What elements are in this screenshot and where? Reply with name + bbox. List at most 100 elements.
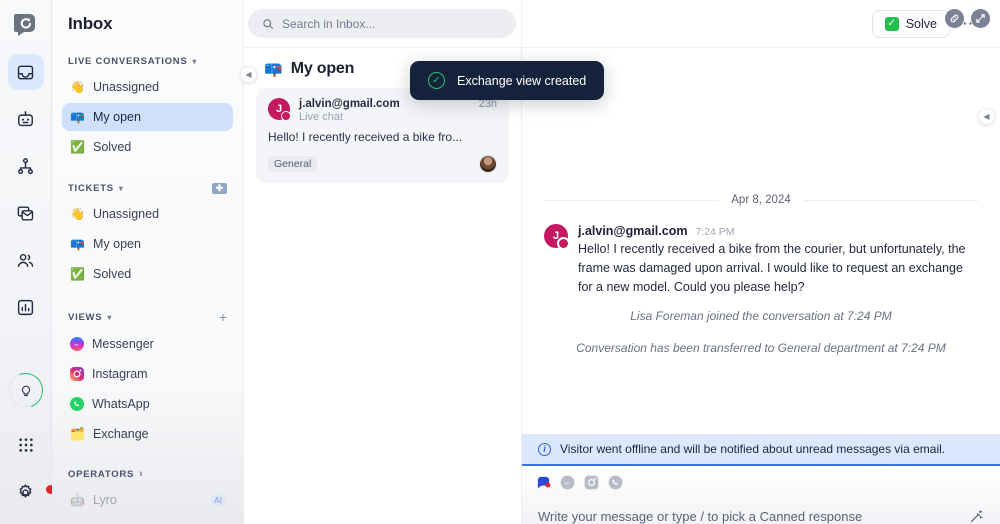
message-input-placeholder: Write your message or type / to pick a C… [538, 509, 863, 524]
add-view-button[interactable]: + [219, 310, 227, 324]
conversation-channel: Live chat [299, 111, 344, 123]
whatsapp-icon[interactable] [608, 475, 623, 490]
conversation-header: ✓ Solve ⋯ [522, 0, 1000, 48]
system-message: Lisa Foreman joined the conversation at … [630, 309, 892, 323]
message-input[interactable]: Write your message or type / to pick a C… [522, 495, 1000, 524]
magic-wand-icon[interactable] [969, 509, 984, 524]
sidebar-item-tickets-unassigned[interactable]: 👋 Unassigned [62, 200, 233, 228]
icon-rail [0, 0, 55, 524]
collapse-sidepanel-button[interactable]: ◀ [978, 108, 995, 125]
sidebar-item-label: Solved [93, 140, 132, 154]
rail-item-analytics[interactable] [8, 289, 44, 325]
wave-emoji-icon: 👋 [70, 80, 85, 94]
check-emoji-icon: ✅ [70, 140, 85, 154]
message-item: J j.alvin@gmail.com 7:24 PM Hello! I rec… [544, 224, 978, 297]
live-chat-icon[interactable] [536, 475, 551, 490]
mailbox-emoji-icon: 📪 [264, 60, 283, 78]
sidebar-item-label: WhatsApp [92, 397, 150, 411]
avatar: J [268, 98, 291, 121]
rail-item-mail[interactable] [8, 195, 44, 231]
conversation-meta-row: General [268, 154, 497, 173]
solve-button-label: Solve [905, 16, 937, 31]
avatar: J [544, 224, 570, 250]
instagram-icon[interactable] [584, 475, 599, 490]
section-header-views[interactable]: VIEWS ▾ + [62, 310, 233, 324]
circle-check-icon: ✓ [428, 72, 445, 89]
solve-button[interactable]: ✓ Solve [871, 9, 950, 38]
divider-line-right [802, 199, 978, 201]
message-composer: Write your message or type / to pick a C… [522, 466, 1000, 524]
section-title: OPERATORS [68, 468, 135, 480]
tidio-chat-logo-icon[interactable] [9, 8, 43, 42]
sidebar-item-label: Lyro [93, 493, 117, 507]
rail-item-inbox[interactable] [7, 54, 44, 90]
channel-selector [522, 466, 1000, 495]
sidebar-item-label: Messenger [92, 337, 154, 351]
date-divider: Apr 8, 2024 [544, 194, 978, 206]
instagram-icon [70, 367, 84, 381]
sidebar-item-live-solved[interactable]: ✅ Solved [62, 133, 233, 161]
rail-item-contacts[interactable] [8, 242, 44, 278]
expand-arrows-icon[interactable] [971, 9, 990, 28]
search-input[interactable]: Search in Inbox... [248, 9, 516, 38]
department-tag[interactable]: General [268, 155, 318, 172]
sidebar-item-label: My open [93, 110, 141, 124]
info-banner: i Visitor went offline and will be notif… [522, 434, 1000, 466]
sidebar-item-tickets-solved[interactable]: ✅ Solved [62, 260, 233, 288]
section-header-operators[interactable]: OPERATORS › [62, 468, 233, 480]
message-thread: Apr 8, 2024 J j.alvin@gmail.com 7:24 PM … [522, 48, 1000, 434]
toast-notification: ✓ Exchange view created [410, 61, 605, 100]
inbox-sidebar: Inbox LIVE CONVERSATIONS ▾ 👋 Unassigned … [52, 0, 244, 524]
chevron-down-icon[interactable]: ▾ [107, 313, 112, 322]
sidebar-item-operator-lyro[interactable]: 🤖 Lyro AI [62, 486, 233, 514]
sidebar-item-label: Unassigned [93, 80, 160, 94]
chevron-down-icon[interactable]: ▾ [119, 184, 124, 193]
section-header-tickets[interactable]: TICKETS ▾ ✚ [62, 183, 233, 194]
robot-emoji-icon: 🤖 [70, 493, 85, 507]
link-icon[interactable] [945, 9, 964, 28]
sidebar-item-label: Unassigned [93, 207, 160, 221]
ai-badge: AI [211, 494, 225, 506]
grid-apps-icon[interactable] [8, 427, 44, 463]
section-title: VIEWS [68, 311, 103, 323]
inbox-app: Inbox LIVE CONVERSATIONS ▾ 👋 Unassigned … [0, 0, 1000, 524]
sidebar-item-live-unassigned[interactable]: 👋 Unassigned [62, 73, 233, 101]
sidebar-item-view-instagram[interactable]: Instagram [62, 360, 233, 388]
conversation-contact-name: j.alvin@gmail.com [299, 98, 400, 110]
message-timestamp: 7:24 PM [695, 226, 735, 238]
collapse-list-button[interactable]: ◀ [240, 66, 257, 83]
sidebar-item-view-exchange[interactable]: 🗂️ Exchange [62, 420, 233, 448]
sidebar-item-view-whatsapp[interactable]: WhatsApp [62, 390, 233, 418]
mailbox-emoji-icon: 📪 [70, 110, 85, 124]
conversation-snippet: Hello! I recently received a bike fro... [268, 130, 463, 144]
sidebar-item-view-messenger[interactable]: Messenger [62, 330, 233, 358]
system-message: Conversation has been transferred to Gen… [576, 341, 946, 355]
section-label: TICKETS ▾ [68, 183, 124, 194]
search-icon [262, 18, 274, 30]
messenger-icon [70, 337, 84, 351]
section-title: TICKETS [68, 183, 114, 194]
sidebar-item-label: My open [93, 237, 141, 251]
green-check-icon: ✓ [884, 16, 899, 31]
sidebar-item-live-my-open[interactable]: 📪 My open [62, 103, 233, 131]
message-header: j.alvin@gmail.com 7:24 PM [578, 224, 978, 238]
list-item[interactable]: J j.alvin@gmail.com 23h Live chat Hello!… [256, 88, 509, 183]
chevron-right-icon[interactable]: › [139, 468, 143, 480]
top-right-actions [945, 9, 990, 28]
ticket-icon[interactable]: ✚ [212, 183, 227, 194]
section-header-live-conversations[interactable]: LIVE CONVERSATIONS ▾ [62, 56, 233, 67]
rail-item-flows[interactable] [8, 148, 44, 184]
sidebar-item-label: Solved [93, 267, 132, 281]
sidebar-item-label: Exchange [93, 427, 149, 441]
message-body: Hello! I recently received a bike from t… [578, 242, 966, 294]
messenger-icon[interactable] [560, 475, 575, 490]
lightbulb-icon[interactable] [2, 366, 49, 414]
section-label: VIEWS ▾ [68, 312, 112, 323]
gear-icon[interactable] [8, 474, 55, 510]
search-placeholder: Search in Inbox... [282, 16, 376, 31]
sidebar-item-tickets-my-open[interactable]: 📪 My open [62, 230, 233, 258]
section-label: LIVE CONVERSATIONS ▾ [68, 56, 197, 67]
info-icon: i [538, 442, 551, 456]
rail-item-chatbot[interactable] [8, 101, 44, 137]
chevron-down-icon[interactable]: ▾ [192, 57, 197, 66]
